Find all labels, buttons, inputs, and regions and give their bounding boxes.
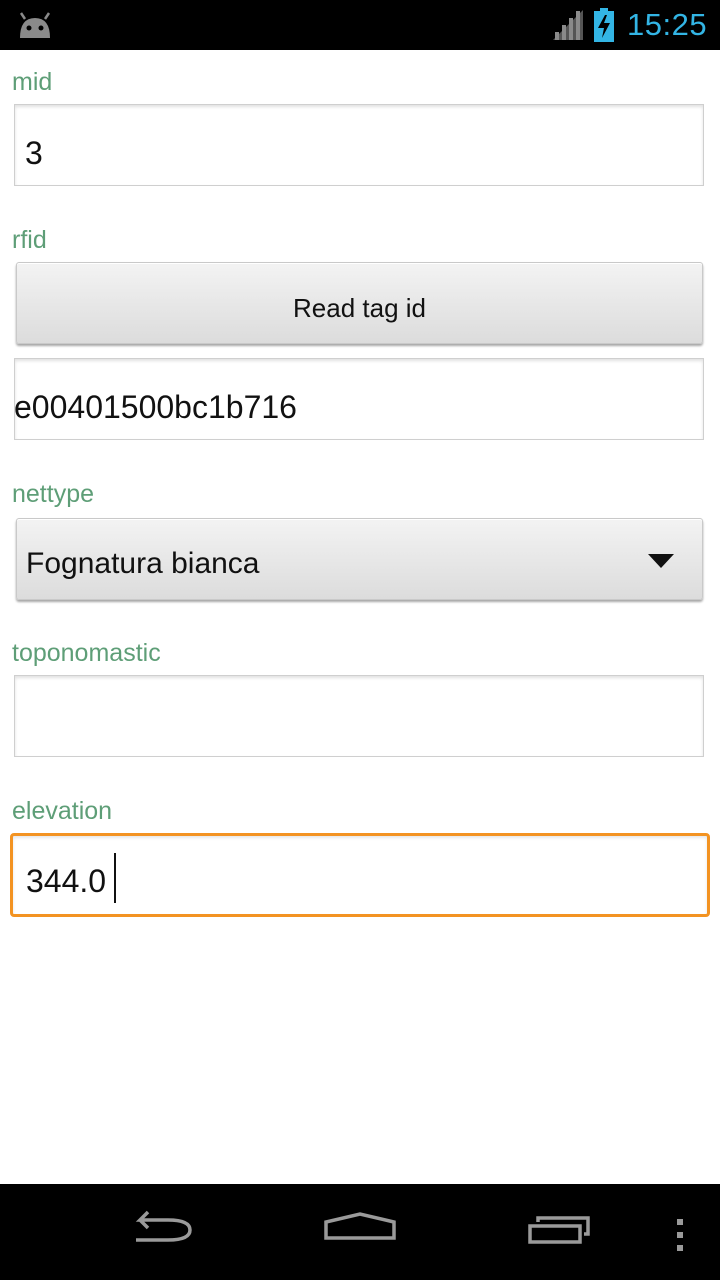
recent-apps-icon[interactable]	[510, 1184, 610, 1280]
elevation-field[interactable]: 344.0	[10, 833, 710, 917]
rfid-value: e00401500bc1b716	[14, 389, 297, 425]
home-icon[interactable]	[310, 1184, 410, 1280]
status-bar: 15:25	[0, 0, 720, 50]
rfid-label: rfid	[12, 226, 47, 254]
navigation-bar	[0, 1184, 720, 1280]
mid-value: 3	[25, 135, 43, 171]
toponomastic-field[interactable]	[14, 675, 704, 757]
read-tag-id-button[interactable]: Read tag id	[16, 262, 703, 344]
nettype-label: nettype	[12, 480, 95, 508]
nettype-selected: Fognatura bianca	[26, 547, 260, 580]
elevation-value: 344.0	[26, 863, 107, 899]
back-icon[interactable]	[110, 1184, 210, 1280]
mid-field[interactable]: 3	[14, 104, 704, 186]
android-icon	[19, 12, 51, 38]
battery-charging-icon	[594, 8, 614, 42]
elevation-label: elevation	[12, 797, 113, 825]
nettype-spinner[interactable]: Fognatura bianca	[16, 518, 703, 600]
clock: 15:25	[627, 7, 708, 42]
mid-label: mid	[12, 68, 53, 96]
dropdown-arrow-icon	[648, 554, 674, 568]
signal-icon	[553, 10, 583, 40]
text-cursor	[114, 853, 116, 903]
overflow-menu-icon[interactable]	[660, 1184, 700, 1280]
rfid-field[interactable]: e00401500bc1b716	[14, 358, 704, 440]
toponomastic-label: toponomastic	[12, 639, 161, 667]
